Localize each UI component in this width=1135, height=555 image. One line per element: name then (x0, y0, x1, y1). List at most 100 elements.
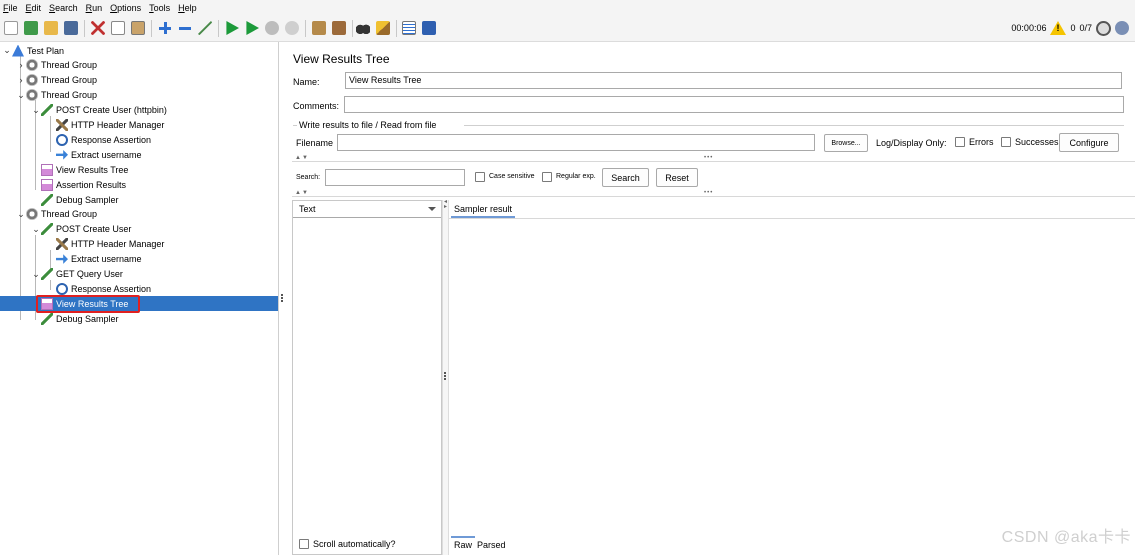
tree-node[interactable]: ⌄ Test Plan (2, 43, 64, 58)
highlight-annotation (36, 295, 140, 313)
chevron-right-icon[interactable]: › (16, 75, 26, 85)
tree-node-label: Response Assertion (71, 283, 152, 294)
help-icon[interactable] (422, 21, 436, 35)
comments-field[interactable] (344, 96, 1124, 113)
regex-checkbox[interactable] (542, 172, 552, 182)
results-splitter-grip[interactable] (444, 372, 447, 382)
search-field[interactable] (325, 169, 465, 186)
case-sensitive-label: Case sensitive (489, 173, 535, 180)
tree-node-label: Thread Group (41, 209, 98, 220)
cut-icon[interactable] (91, 21, 105, 35)
tree-node[interactable]: Debug Sampler (31, 192, 119, 207)
menu-help[interactable]: Help (175, 3, 200, 13)
toggle-icon[interactable] (198, 21, 212, 35)
clear-all-icon[interactable] (332, 21, 346, 35)
shutdown-icon[interactable] (285, 21, 299, 35)
chevron-down-icon[interactable]: ⌄ (31, 224, 41, 235)
function-helper-icon[interactable] (402, 21, 416, 35)
browse-button[interactable]: Browse... (824, 134, 868, 152)
clear-icon[interactable] (312, 21, 326, 35)
scroll-auto-checkbox[interactable] (299, 539, 309, 549)
menu-bar: File Edit Search Run Options Tools Help (0, 0, 1135, 15)
errors-checkbox[interactable] (955, 137, 965, 147)
tree-node[interactable]: ⌄ Thread Group (16, 207, 97, 222)
tree-node[interactable]: Assertion Results (31, 177, 126, 192)
tree-node-label: POST Create User (56, 224, 132, 235)
menu-edit[interactable]: Edit (23, 3, 45, 13)
tree-node-label: Test Plan (27, 45, 65, 56)
errors-label: Errors (969, 137, 994, 147)
chevron-down-icon (428, 207, 436, 211)
tree-node[interactable]: Extract username (46, 147, 142, 162)
http-sampler-icon (41, 268, 53, 280)
drag-dots-icon-2[interactable]: ••• (704, 190, 713, 196)
http-sampler-icon (41, 312, 53, 325)
menu-tools[interactable]: Tools (146, 3, 173, 13)
chevron-down-icon[interactable]: ⌄ (31, 269, 41, 280)
start-no-pauses-icon[interactable] (246, 21, 259, 35)
start-icon[interactable] (226, 21, 239, 35)
collapse-icon[interactable] (178, 21, 192, 35)
log-viewer-icon[interactable] (1115, 21, 1129, 35)
open-icon[interactable] (44, 21, 58, 35)
templates-icon[interactable] (24, 21, 38, 35)
tree-node[interactable]: Debug Sampler (31, 311, 119, 326)
new-icon[interactable] (4, 21, 18, 35)
configure-button[interactable]: Configure (1059, 133, 1119, 152)
tree-node-label: Assertion Results (56, 179, 127, 190)
log-display-label: Log/Display Only: (876, 138, 947, 148)
regex-label: Regular exp. (556, 173, 596, 180)
menu-search[interactable]: Search (46, 3, 81, 13)
search-icon[interactable] (356, 21, 370, 35)
tab-raw[interactable]: Raw (451, 536, 476, 552)
expand-icon[interactable] (158, 21, 172, 35)
chevron-right-icon[interactable]: › (16, 60, 26, 70)
tree-node[interactable]: HTTP Header Manager (46, 118, 164, 133)
case-sensitive-checkbox[interactable] (475, 172, 485, 182)
tree-node-label: Thread Group (41, 75, 98, 86)
tab-sampler-result[interactable]: Sampler result (451, 202, 516, 218)
tree-node-label: View Results Tree (56, 164, 129, 175)
save-icon[interactable] (64, 21, 78, 35)
tree-node[interactable]: HTTP Header Manager (46, 237, 164, 252)
tree-node[interactable]: › Thread Group (16, 58, 97, 73)
menu-options[interactable]: Options (107, 3, 144, 13)
chevron-down-icon[interactable]: ⌄ (2, 45, 12, 56)
tree-node[interactable]: ⌄ POST Create User (httpbin) (31, 103, 167, 118)
menu-file[interactable]: File (0, 3, 21, 13)
chevron-down-icon[interactable]: ⌄ (16, 209, 26, 220)
search-button[interactable]: Search (602, 168, 649, 187)
tree-node-label: Extract username (71, 254, 142, 265)
http-sampler-icon (41, 223, 53, 236)
stop-icon[interactable] (265, 21, 279, 35)
drag-dots-icon[interactable]: ••• (704, 155, 713, 161)
paste-icon[interactable] (131, 21, 145, 35)
extractor-icon (56, 149, 68, 160)
thread-group-icon (26, 74, 38, 87)
thread-group-icon (26, 59, 38, 72)
renderer-select[interactable]: Text (293, 201, 441, 218)
tree-node[interactable]: Extract username (46, 252, 142, 267)
remote-engines-icon[interactable] (1096, 20, 1111, 36)
tree-node[interactable]: ⌄ POST Create User (31, 222, 131, 237)
name-field[interactable]: View Results Tree (345, 72, 1122, 89)
tree-node[interactable]: ⌄ GET Query User (31, 267, 123, 282)
comments-label: Comments: (293, 101, 340, 111)
warning-icon[interactable] (1050, 21, 1067, 35)
menu-run[interactable]: Run (83, 3, 106, 13)
chevron-down-icon[interactable]: ⌄ (31, 105, 41, 116)
tree-node[interactable]: View Results Tree (31, 162, 128, 177)
active-threads: 0/7 (1079, 23, 1092, 33)
reset-button[interactable]: Reset (656, 168, 698, 187)
scroll-auto-label: Scroll automatically? (313, 539, 396, 549)
tree-node[interactable]: ⌄ Thread Group (16, 88, 97, 103)
chevron-down-icon[interactable]: ⌄ (16, 90, 26, 101)
tab-parsed[interactable]: Parsed (474, 538, 509, 552)
successes-checkbox[interactable] (1001, 137, 1011, 147)
file-group-label: Write results to file / Read from file (299, 120, 437, 130)
tree-node[interactable]: Response Assertion (46, 132, 151, 147)
copy-icon[interactable] (111, 21, 125, 35)
filename-field[interactable] (337, 134, 815, 151)
tree-node[interactable]: › Thread Group (16, 73, 97, 88)
reset-search-icon[interactable] (376, 21, 390, 35)
